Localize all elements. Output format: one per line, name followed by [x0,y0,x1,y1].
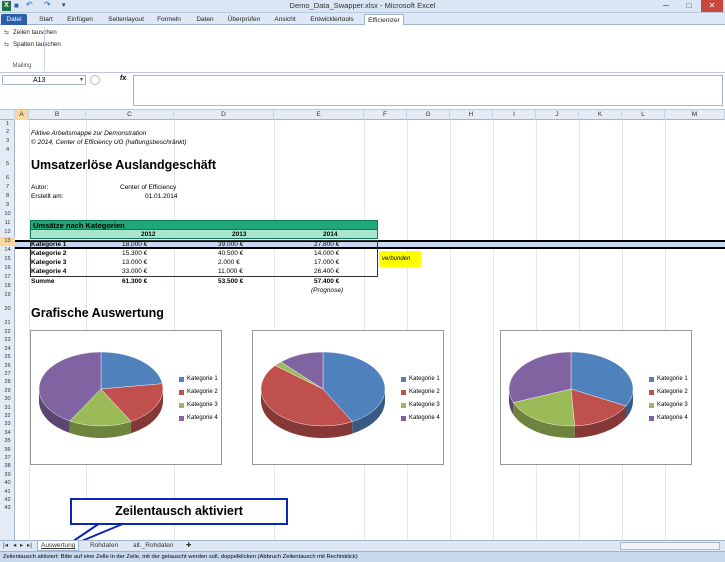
callout-pointer [59,522,126,551]
excel-window: X ■ ↶ ↷ ▾ Demo_Data_Swapper.xlsx - Micro… [0,0,725,562]
sheet-tab-alt-rohdaten[interactable]: alt._Rohdaten [133,541,173,551]
callout-box: Zeilentausch aktiviert [70,498,288,525]
status-bar: Zeilentausch aktiviert: Bitte auf eine Z… [0,551,725,562]
sheet-tab-rohdaten[interactable]: Rohdaten [90,541,118,551]
sheet-tab-auswertung[interactable]: Auswertung [37,541,80,551]
new-sheet-icon[interactable]: ✚ [186,541,191,551]
sheet-nav-prev[interactable]: ◂ [13,541,16,551]
sheet-nav-next[interactable]: ▸ [20,541,23,551]
sheet-nav-first[interactable]: |◂ [3,541,8,551]
sheet-tab-bar: |◂ ◂ ▸ ▸| Auswertung Rohdaten alt._Rohda… [0,540,725,551]
horizontal-scrollbar[interactable] [620,542,720,550]
sheet-nav-last[interactable]: ▸| [27,541,32,551]
